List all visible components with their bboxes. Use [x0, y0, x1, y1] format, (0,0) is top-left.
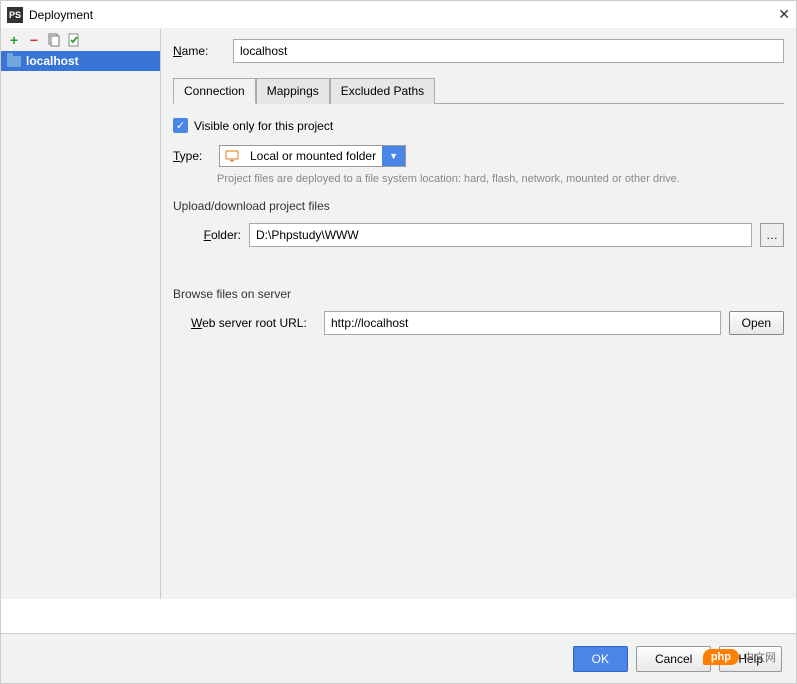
- cancel-button[interactable]: Cancel: [636, 646, 711, 672]
- type-hint: Project files are deployed to a file sys…: [217, 173, 784, 185]
- validate-icon[interactable]: [67, 33, 81, 47]
- tab-bar: Connection Mappings Excluded Paths: [173, 77, 784, 104]
- folder-input[interactable]: [249, 223, 752, 247]
- name-label: Name:: [173, 44, 223, 58]
- add-icon[interactable]: +: [7, 33, 21, 47]
- browse-section-title: Browse files on server: [173, 287, 784, 301]
- upload-section-title: Upload/download project files: [173, 199, 784, 213]
- sidebar-toolbar: + −: [1, 29, 160, 51]
- dialog-buttons: OK Cancel Help php 中文网: [1, 633, 796, 683]
- name-input[interactable]: [233, 39, 784, 63]
- folder-icon: [7, 56, 21, 67]
- server-item-label: localhost: [26, 54, 79, 68]
- chevron-down-icon: ▼: [382, 146, 405, 166]
- content-panel: Name: Connection Mappings Excluded Paths…: [161, 29, 796, 599]
- ok-button[interactable]: OK: [573, 646, 628, 672]
- type-label: Type:: [173, 149, 209, 163]
- open-button[interactable]: Open: [729, 311, 784, 335]
- titlebar: PS Deployment ✕: [1, 1, 796, 29]
- help-button[interactable]: Help: [719, 646, 782, 672]
- sidebar: + − localhost: [1, 29, 161, 599]
- tab-connection[interactable]: Connection: [173, 78, 256, 104]
- type-selected: Local or mounted folder: [244, 146, 382, 166]
- tab-mappings[interactable]: Mappings: [256, 78, 330, 104]
- copy-icon[interactable]: [47, 33, 61, 47]
- remove-icon[interactable]: −: [27, 33, 41, 47]
- tab-excluded-paths[interactable]: Excluded Paths: [330, 78, 435, 104]
- window-title: Deployment: [29, 8, 778, 22]
- folder-label: Folder:: [191, 228, 241, 242]
- type-dropdown[interactable]: Local or mounted folder ▼: [219, 145, 406, 167]
- server-item-localhost[interactable]: localhost: [1, 51, 160, 71]
- visible-only-checkbox[interactable]: ✓: [173, 118, 188, 133]
- browse-folder-button[interactable]: …: [760, 223, 784, 247]
- app-icon: PS: [7, 7, 23, 23]
- close-icon[interactable]: ✕: [778, 6, 790, 23]
- monitor-icon: [220, 147, 244, 165]
- url-input[interactable]: [324, 311, 721, 335]
- url-label: Web server root URL:: [191, 316, 316, 330]
- visible-only-label: Visible only for this project: [194, 119, 333, 133]
